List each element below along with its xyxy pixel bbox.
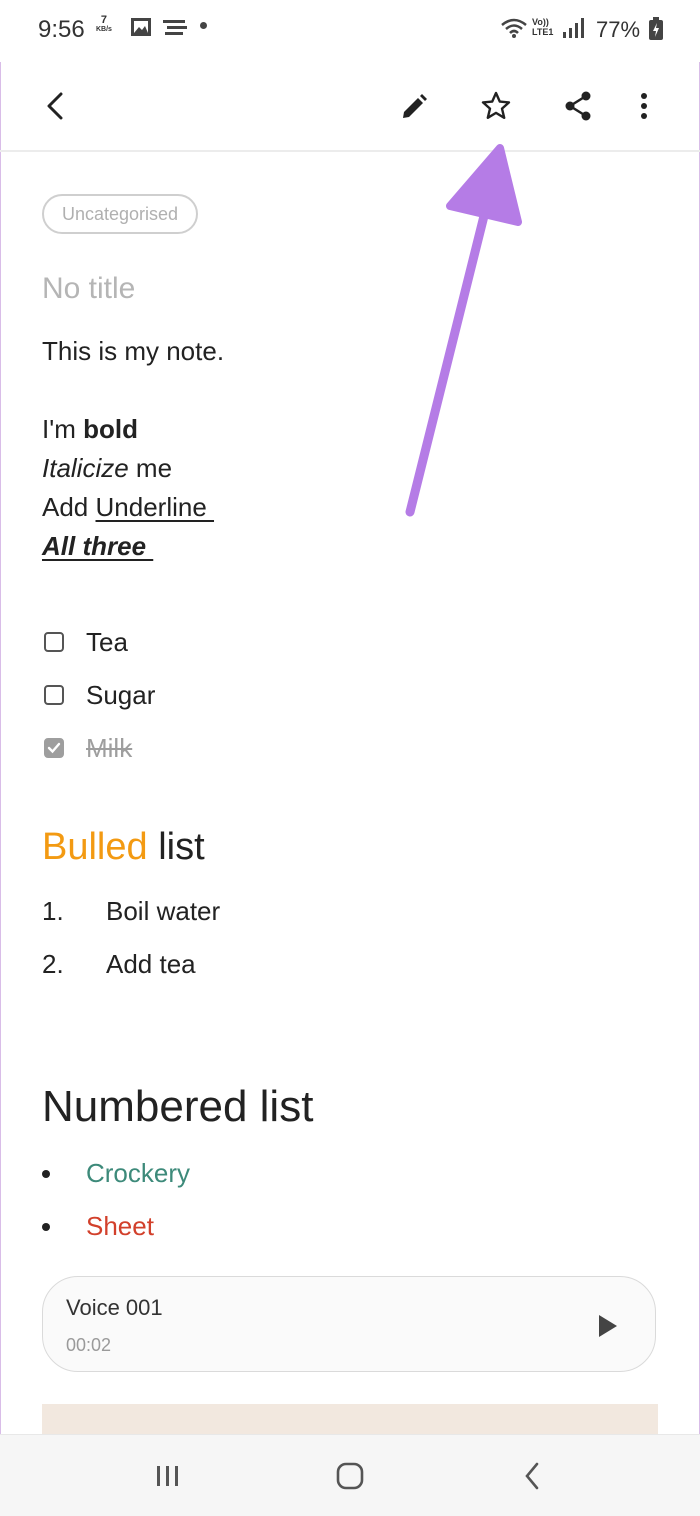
list-text: Sheet	[86, 1211, 154, 1241]
checklist-label: Tea	[86, 626, 128, 657]
volte-top: Vo))	[532, 17, 549, 27]
checklist-label: Milk	[86, 732, 133, 763]
list-number: 2.	[42, 949, 64, 979]
star-icon	[481, 91, 511, 119]
battery-icon	[649, 17, 663, 40]
share-icon	[565, 91, 591, 121]
battery-percent: 77%	[596, 17, 641, 42]
attachment-preview[interactable]	[42, 1404, 658, 1434]
underline-line: Add Underline	[42, 492, 214, 523]
italic-suffix: me	[128, 453, 173, 483]
net-speed-value: 7	[100, 14, 108, 26]
note-title[interactable]: No title	[42, 272, 135, 306]
favorite-button[interactable]	[472, 82, 520, 130]
pencil-icon	[403, 94, 427, 118]
numbered-list-heading: Numbered list	[42, 1082, 314, 1131]
heading-rest: list	[147, 826, 205, 868]
back-nav-button[interactable]	[512, 1459, 552, 1493]
volte-indicator: Vo)) LTE1	[532, 17, 553, 37]
status-time: 9:56	[38, 16, 85, 43]
all-three-text: All three	[42, 531, 154, 561]
more-options-button[interactable]	[620, 82, 668, 130]
home-icon	[336, 1462, 364, 1490]
note-toolbar	[0, 62, 700, 152]
checkbox-checked[interactable]	[44, 738, 64, 758]
back-button[interactable]	[32, 82, 80, 130]
bullet-list-item: Crockery	[42, 1158, 190, 1189]
category-chip[interactable]: Uncategorised	[42, 194, 199, 234]
more-vert-icon	[641, 93, 647, 119]
underline-prefix: Add	[42, 492, 96, 522]
edit-button[interactable]	[390, 82, 438, 130]
share-button[interactable]	[554, 82, 602, 130]
annotation-arrow-icon	[405, 144, 522, 517]
bold-line: I'm bold	[42, 414, 138, 445]
underline-text: Underline	[95, 492, 215, 522]
checklist-item[interactable]: Sugar	[44, 675, 155, 715]
recent-apps-icon	[157, 1466, 178, 1486]
voice-recording-card[interactable]: Voice 001 00:02	[42, 1276, 656, 1372]
net-speed: 7 KB/s	[96, 14, 112, 34]
ordered-list-item: 1. Boil water	[42, 896, 220, 927]
checklist-item[interactable]: Tea	[44, 622, 128, 662]
italic-line: Italicize me	[42, 453, 172, 484]
volte-bottom: LTE1	[532, 27, 554, 37]
ordered-list-item: 2. Add tea	[42, 949, 196, 980]
bold-text: bold	[83, 414, 138, 444]
list-text: Boil water	[106, 896, 221, 926]
bullet-list-item: Sheet	[42, 1211, 154, 1242]
gallery-notification-icon	[131, 18, 151, 36]
wifi-icon	[501, 18, 527, 38]
bullet-dot	[42, 1222, 50, 1231]
message-notification-icon	[163, 20, 187, 35]
checklist-label: Sugar	[86, 679, 156, 710]
signal-icon	[563, 18, 584, 38]
back-arrow-icon	[47, 92, 63, 120]
back-icon	[525, 1462, 539, 1490]
system-nav-bar	[0, 1434, 700, 1516]
bulled-list-heading: Bulled list	[42, 826, 205, 869]
list-number: 1.	[42, 896, 64, 926]
list-text: Add tea	[106, 949, 196, 979]
home-button[interactable]	[330, 1459, 370, 1493]
list-text: Crockery	[86, 1158, 191, 1188]
note-line: This is my note.	[42, 336, 225, 366]
voice-name: Voice 001	[66, 1295, 163, 1320]
bold-prefix: I'm	[42, 414, 84, 444]
voice-duration: 00:02	[66, 1335, 112, 1355]
checkbox[interactable]	[44, 632, 64, 652]
all-three-line: All three	[42, 531, 153, 562]
net-speed-unit: KB/s	[96, 26, 112, 33]
checkbox[interactable]	[44, 685, 64, 705]
bullet-dot	[42, 1169, 50, 1178]
more-notifications-dot	[200, 22, 207, 29]
checklist-item[interactable]: Milk	[44, 728, 132, 768]
status-bar: 9:56 7 KB/s Vo)) LTE1 77%	[0, 0, 700, 62]
recent-apps-button[interactable]	[148, 1459, 188, 1493]
checkmark-icon	[47, 742, 61, 754]
play-icon[interactable]	[595, 1313, 619, 1339]
italic-text: Italicize	[42, 453, 129, 483]
heading-colored-word: Bulled	[42, 826, 148, 868]
